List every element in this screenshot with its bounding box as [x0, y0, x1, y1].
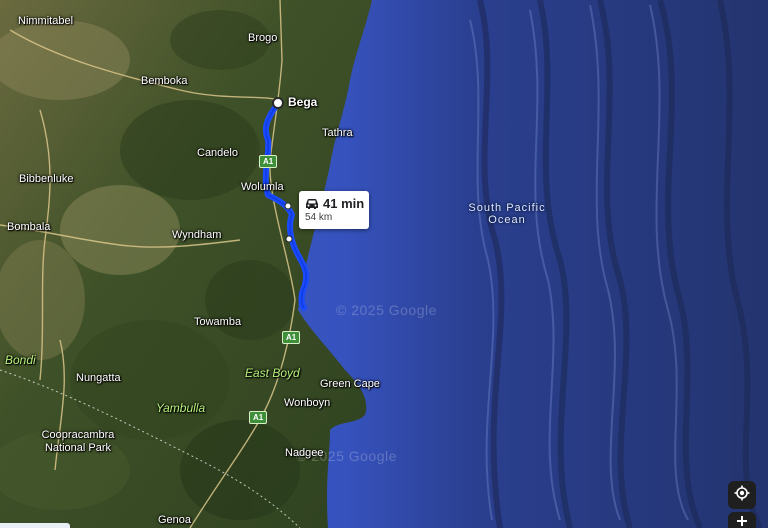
park-label: East Boyd: [245, 366, 300, 380]
satellite-map[interactable]: Nimmitabel Brogo Bemboka Bega Tathra Can…: [0, 0, 768, 528]
park-label: Yambulla: [156, 401, 206, 415]
my-location-icon: [734, 485, 750, 506]
route-distance: 54 km: [305, 212, 333, 223]
place-label: Nungatta: [76, 372, 121, 384]
place-label: Bibbenluke: [19, 173, 74, 185]
my-location-button[interactable]: [728, 481, 756, 509]
park-label: Bondi: [5, 353, 36, 367]
place-label: Bemboka: [141, 75, 188, 87]
plus-icon: [736, 514, 748, 528]
place-label: Wolumla: [241, 181, 284, 193]
place-label: Towamba: [194, 316, 242, 328]
waypoint-dot: [285, 235, 293, 243]
place-label: Tathra: [322, 127, 353, 139]
place-label: Green Cape: [320, 378, 380, 390]
place-label: Brogo: [248, 32, 278, 44]
ocean-label: South Pacific Ocean: [468, 202, 546, 226]
route-duration: 41 min: [323, 196, 365, 211]
zoom-in-button[interactable]: [728, 512, 756, 528]
place-label: Genoa: [158, 514, 192, 526]
place-label: Wyndham: [172, 229, 222, 241]
place-label: Wonboyn: [284, 397, 331, 409]
origin-pin[interactable]: [272, 97, 284, 109]
map-watermark: © 2025 Google: [336, 302, 437, 318]
map-watermark: © 2025 Google: [296, 448, 397, 464]
map-scale-bar: [0, 523, 70, 528]
place-label: Candelo: [197, 147, 238, 159]
road-shield: A1: [282, 331, 301, 344]
road-shield: A1: [249, 411, 268, 424]
park-label: Coopracambra National Park: [41, 429, 115, 454]
road-shield: A1: [259, 155, 278, 168]
route-info-card[interactable]: 41 min 54 km: [299, 191, 369, 229]
place-label: Nimmitabel: [18, 15, 74, 27]
waypoint-dot: [284, 202, 292, 210]
place-label-destination[interactable]: Bega: [288, 96, 317, 108]
place-label: Bombala: [7, 221, 51, 233]
